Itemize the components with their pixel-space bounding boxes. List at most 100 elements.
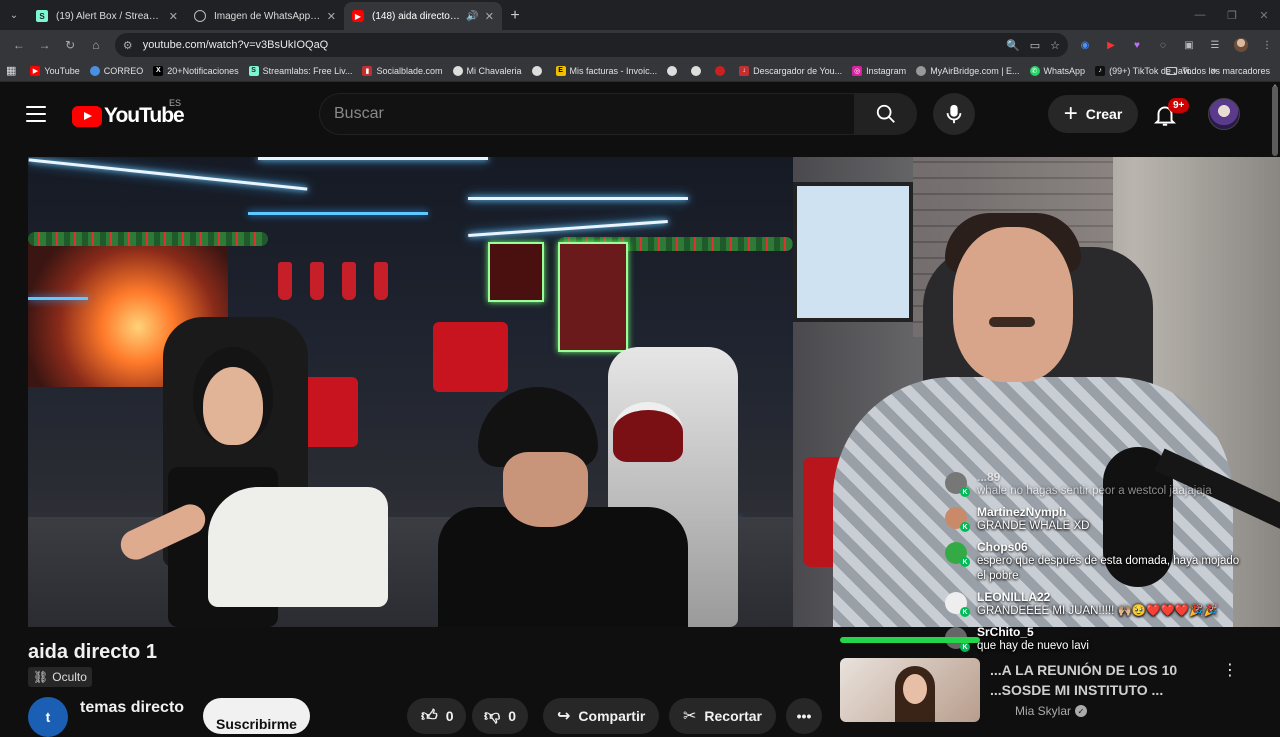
bookmark-instagram[interactable]: ◎ Instagram: [852, 65, 906, 76]
chat-username: MartinezNymph: [977, 505, 1067, 519]
kebab-menu-icon[interactable]: ⋮: [1260, 38, 1274, 52]
profile-avatar[interactable]: [1233, 38, 1248, 52]
home-icon[interactable]: ⌂: [83, 32, 109, 58]
new-tab-button[interactable]: +: [502, 2, 528, 30]
link-icon: ⛓: [33, 670, 49, 684]
neon-light: [28, 297, 88, 300]
tab-search-icon[interactable]: ⌄: [0, 0, 28, 30]
bookmark-star-icon[interactable]: ☆: [1050, 39, 1060, 52]
channel-avatar[interactable]: t: [28, 697, 68, 737]
extension-icon[interactable]: ◌: [1156, 38, 1170, 52]
create-label: Crear: [1085, 106, 1123, 122]
bookmark-socialblade[interactable]: ▮ Socialblade.com: [362, 65, 443, 76]
circle-icon: [691, 65, 702, 76]
x-icon: X: [153, 65, 164, 76]
recommended-channel[interactable]: Mia Skylar ✓: [1015, 704, 1088, 718]
bookmark-mi-chavaleria[interactable]: Mi Chavaleria: [452, 65, 522, 76]
up-next-item[interactable]: ...A LA REUNIÓN DE LOS 10 ...SOSDE MI IN…: [840, 656, 1252, 722]
extension-icon[interactable]: ♥: [1130, 38, 1144, 52]
youtube-logo[interactable]: YouTube ES: [72, 98, 185, 128]
chat-message: K LEONILLA22 GRANDEEEE MI JUAN!!!!! 🙌🏼🥹❤…: [945, 590, 1245, 619]
back-arrow-icon[interactable]: ←: [6, 32, 32, 58]
close-icon[interactable]: ✕: [327, 10, 336, 23]
extensions-bar: ◉ ▶ ♥ ◌ ▣ ☰ ⋮: [1078, 38, 1274, 52]
bookmark-unnamed[interactable]: [715, 65, 729, 76]
voice-search-button[interactable]: [933, 93, 975, 135]
neon-light: [248, 212, 428, 215]
bookmark-myairbridge[interactable]: MyAirBridge.com | E...: [916, 65, 1020, 76]
stocking: [278, 262, 292, 300]
page-scrollbar[interactable]: [1272, 86, 1278, 156]
cast-icon[interactable]: ▭: [1030, 39, 1040, 52]
clip-button[interactable]: ✂ Recortar: [669, 698, 776, 734]
video-title: aida directo 1: [28, 641, 157, 663]
address-bar[interactable]: ⚙ youtube.com/watch?v=v3BsUkIOQaQ 🔍 ▭ ☆: [114, 33, 1068, 57]
chat-message: K ...89 whale no hagas sentir peor a wes…: [945, 470, 1245, 499]
apps-grid-icon[interactable]: ▦: [6, 64, 16, 77]
browser-tab-youtube[interactable]: ▶ (148) aida directo 1 - YouTube 🔊 ✕: [344, 2, 502, 30]
reload-icon[interactable]: ↻: [57, 32, 83, 58]
stream-progress-bar: [840, 637, 980, 643]
subscribe-button[interactable]: Suscribirme: [203, 698, 310, 734]
account-avatar[interactable]: [1208, 98, 1240, 130]
chat-username: SrChito_5: [977, 625, 1034, 639]
chat-text: espero que después de esta domada, haya …: [977, 555, 1240, 582]
youtube-icon: ▶: [352, 10, 364, 22]
speaker-icon[interactable]: 🔊: [466, 11, 478, 22]
chat-avatar: K: [945, 472, 970, 497]
menu-icon[interactable]: [26, 106, 46, 122]
bookmark-streamlabs[interactable]: S Streamlabs: Free Liv...: [248, 65, 352, 76]
close-window-icon[interactable]: ✕: [1248, 0, 1280, 30]
create-button[interactable]: + Crear: [1048, 95, 1138, 133]
search-input[interactable]: Buscar: [319, 93, 854, 135]
browser-tab-streamlabs[interactable]: S (19) Alert Box / Streamlabs ✕: [28, 2, 186, 30]
video-thumbnail[interactable]: [840, 658, 980, 722]
extension-icon[interactable]: ◉: [1078, 38, 1092, 52]
bookmark-youtube[interactable]: ▶ YouTube: [30, 65, 80, 76]
forward-arrow-icon[interactable]: →: [32, 32, 58, 58]
chat-text: whale no hagas sentir peor a westcol jaa…: [977, 485, 1212, 497]
puzzle-icon[interactable]: ▣: [1182, 38, 1196, 52]
extension-icon[interactable]: ▶: [1104, 38, 1118, 52]
minimize-icon[interactable]: —: [1184, 0, 1216, 30]
bookmark-unnamed[interactable]: [667, 65, 681, 76]
restore-icon[interactable]: ❐: [1216, 0, 1248, 30]
verified-check-icon: ✓: [1075, 705, 1088, 717]
browser-toolbar: ← → ↻ ⌂ ⚙ youtube.com/watch?v=v3BsUkIOQa…: [0, 30, 1280, 60]
recommended-title[interactable]: ...A LA REUNIÓN DE LOS 10 ...SOSDE MI IN…: [990, 660, 1220, 700]
reading-list-icon[interactable]: ☰: [1208, 38, 1222, 52]
bookmark-descargador[interactable]: ↓ Descargador de You...: [739, 65, 842, 76]
thumbs-up-icon: 👍︎: [421, 707, 438, 725]
more-options-icon[interactable]: ⋮: [1222, 660, 1238, 680]
bookmark-mis-facturas[interactable]: E Mis facturas - Invoic...: [555, 65, 657, 76]
browser-tab-whatsapp-image[interactable]: Imagen de WhatsApp 2026-01-... ✕: [186, 2, 344, 30]
bookmark-x-notificaciones[interactable]: X 20+Notificaciones: [153, 65, 239, 76]
channel-name[interactable]: temas directo: [80, 699, 184, 717]
whatsapp-icon: ✆: [1029, 65, 1040, 76]
dislike-button[interactable]: 👎︎ 0: [472, 698, 529, 734]
close-icon[interactable]: ✕: [485, 10, 494, 23]
chat-username: Chops06: [977, 540, 1028, 554]
neon-poster: [558, 242, 628, 352]
tab-title: Imagen de WhatsApp 2026-01-...: [214, 10, 321, 22]
bookmark-label: Mi Chavaleria: [466, 65, 522, 76]
neon-poster: [488, 242, 544, 302]
close-icon[interactable]: ✕: [169, 10, 178, 23]
like-button[interactable]: 👍︎ 0: [407, 698, 466, 734]
all-bookmarks-button[interactable]: Todos los marcadores: [1165, 60, 1270, 82]
site-info-icon[interactable]: ⚙: [123, 39, 137, 52]
kick-badge-icon: K: [960, 522, 970, 532]
chat-message: K Chops06 espero que después de esta dom…: [945, 540, 1245, 584]
chat-message: K MartinezNymph GRANDE WHALE XD: [945, 505, 1245, 534]
bookmark-whatsapp[interactable]: ✆ WhatsApp: [1029, 65, 1085, 76]
search-button[interactable]: [854, 93, 917, 135]
bookmark-correo[interactable]: CORREO: [89, 65, 143, 76]
bookmark-unnamed[interactable]: [531, 65, 546, 76]
kick-badge-icon: K: [960, 557, 970, 567]
share-button[interactable]: ↪ Compartir: [543, 698, 660, 734]
more-actions-button[interactable]: •••: [786, 698, 822, 734]
bookmark-unnamed[interactable]: [691, 65, 705, 76]
instagram-icon: ◎: [852, 65, 863, 76]
neon-light: [28, 158, 308, 191]
zoom-icon[interactable]: 🔍: [1006, 39, 1020, 52]
